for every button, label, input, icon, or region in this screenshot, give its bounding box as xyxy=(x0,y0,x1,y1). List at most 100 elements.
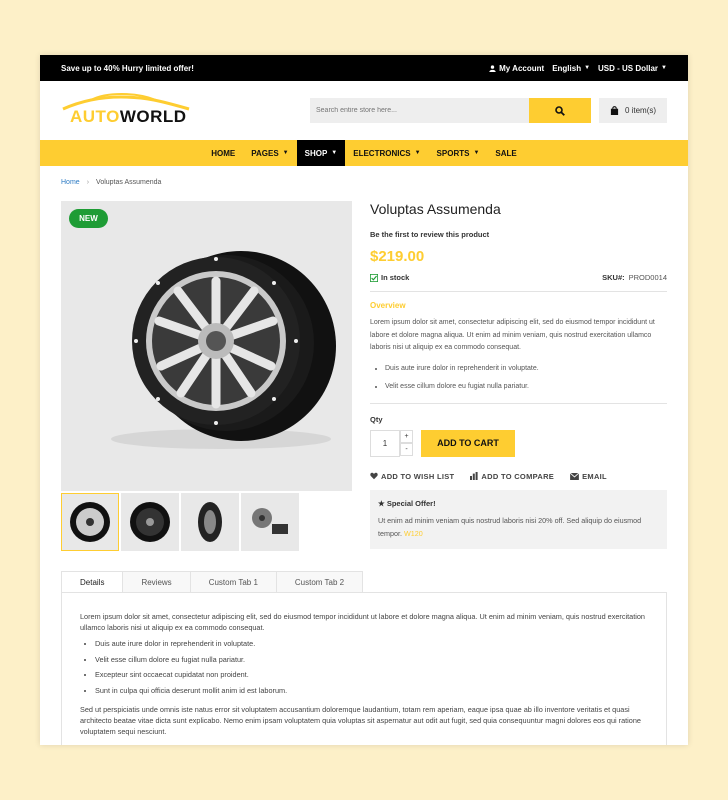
thumbnail-2[interactable] xyxy=(121,493,179,551)
qty-increase-button[interactable]: + xyxy=(400,429,413,443)
details-outro: Sed ut perspiciatis unde omnis iste natu… xyxy=(80,705,641,736)
language-label: English xyxy=(552,63,582,73)
nav-home[interactable]: HOME xyxy=(203,140,243,166)
thumbnail-3[interactable] xyxy=(181,493,239,551)
details-intro: Lorem ipsum dolor sit amet, consectetur … xyxy=(80,612,645,632)
offer-code: W120 xyxy=(403,528,423,538)
stock-sku-row: In stock SKU#: PROD0014 xyxy=(370,273,667,292)
tab-custom-2[interactable]: Custom Tab 2 xyxy=(275,571,364,593)
offer-title-text: Special Offer! xyxy=(386,498,436,508)
thumbnail-1[interactable] xyxy=(61,493,119,551)
wheel-thumb-icon xyxy=(70,502,110,542)
envelope-icon xyxy=(570,472,580,480)
wheel-thumb-icon xyxy=(130,502,170,542)
brake-kit-thumb-icon xyxy=(252,508,288,534)
review-link[interactable]: Be the first to review this product xyxy=(370,230,667,239)
qty-row: 1 + - ADD TO CART xyxy=(370,429,667,457)
qty-decrease-button[interactable]: - xyxy=(400,442,413,456)
tab-content-details: Lorem ipsum dolor sit amet, consectetur … xyxy=(61,592,667,745)
sku: SKU#: PROD0014 xyxy=(602,273,667,282)
sku-label: SKU#: xyxy=(602,273,625,282)
my-account-link[interactable]: My Account xyxy=(489,64,544,73)
nav-label: SPORTS xyxy=(436,148,470,158)
cart-button[interactable]: 0 item(s) xyxy=(599,98,667,123)
shopping-bag-icon xyxy=(610,106,619,115)
add-to-compare-button[interactable]: ADD TO COMPARE xyxy=(470,472,554,481)
search-input[interactable] xyxy=(310,98,529,123)
search-bar xyxy=(310,98,591,123)
nav-label: SALE xyxy=(495,148,517,158)
special-offer-box: ★ Special Offer! Ut enim ad minim veniam… xyxy=(370,489,667,549)
chevron-down-icon: ▼ xyxy=(331,150,338,156)
chevron-down-icon: ▼ xyxy=(414,150,421,156)
currency-label: USD - US Dollar xyxy=(598,63,659,73)
check-icon xyxy=(370,273,378,282)
qty-label: Qty xyxy=(370,414,383,424)
product-main-image[interactable]: NEW xyxy=(61,201,352,491)
divider xyxy=(370,402,667,404)
email-label: EMAIL xyxy=(582,471,607,481)
list-item: Sunt in culpa qui officia deserunt molli… xyxy=(95,683,648,699)
header: AUTOWORLD 0 item(s) xyxy=(40,81,688,140)
chevron-down-icon: ▼ xyxy=(282,150,289,156)
add-to-cart-button[interactable]: ADD TO CART xyxy=(421,429,515,457)
offer-text: Ut enim ad minim veniam quis nostrud lab… xyxy=(378,514,659,540)
thumbnail-strip xyxy=(61,493,299,551)
nav-electronics[interactable]: ELECTRONICS ▼ xyxy=(345,140,428,166)
product-price: $219.00 xyxy=(370,248,425,265)
offer-title: ★ Special Offer! xyxy=(378,499,659,508)
chevron-down-icon: ▼ xyxy=(584,65,591,71)
promo-text: Save up to 40% Hurry limited offer! xyxy=(61,63,194,73)
page-frame: Save up to 40% Hurry limited offer! My A… xyxy=(40,55,688,745)
tab-custom-1[interactable]: Custom Tab 1 xyxy=(189,571,277,593)
product-actions: ADD TO WISH LIST ADD TO COMPARE EMAIL xyxy=(370,472,667,481)
wheel-image xyxy=(111,251,336,449)
nav-sale[interactable]: SALE xyxy=(487,140,524,166)
logo-text: AUTOWORLD xyxy=(70,107,187,127)
list-item: Excepteur sint occaecat cupidatat non pr… xyxy=(95,667,648,683)
chevron-down-icon: ▼ xyxy=(661,65,667,71)
logo-part-world: WORLD xyxy=(119,106,187,126)
user-icon xyxy=(489,64,496,72)
nav-label: PAGES xyxy=(251,148,279,158)
tab-details[interactable]: Details xyxy=(61,571,124,593)
breadcrumb-home[interactable]: Home xyxy=(61,179,80,186)
chevron-down-icon: ▼ xyxy=(473,150,480,156)
sku-value: PROD0014 xyxy=(628,273,667,282)
add-to-wishlist-button[interactable]: ADD TO WISH LIST xyxy=(370,472,454,481)
my-account-label: My Account xyxy=(499,63,545,73)
nav-sports[interactable]: SPORTS ▼ xyxy=(429,140,488,166)
overview-text: Lorem ipsum dolor sit amet, consectetur … xyxy=(370,319,655,351)
top-bar: Save up to 40% Hurry limited offer! My A… xyxy=(40,55,688,81)
new-badge: NEW xyxy=(69,209,108,228)
list-item: Duis aute irure dolor in reprehenderit i… xyxy=(385,360,667,378)
logo-part-auto: AUTO xyxy=(70,106,120,126)
nav-shop[interactable]: SHOP ▼ xyxy=(296,140,346,166)
tab-reviews[interactable]: Reviews xyxy=(122,571,191,593)
star-icon: ★ xyxy=(378,498,385,508)
search-button[interactable] xyxy=(529,98,591,123)
tire-thumb-icon xyxy=(198,502,222,542)
heart-icon xyxy=(370,472,378,480)
currency-selector[interactable]: USD - US Dollar ▼ xyxy=(598,64,667,73)
email-button[interactable]: EMAIL xyxy=(570,472,607,481)
nav-pages[interactable]: PAGES ▼ xyxy=(243,140,296,166)
main-nav: HOME PAGES ▼ SHOP ▼ ELECTRONICS ▼ SPORTS ▼ S… xyxy=(40,140,688,166)
quantity-input[interactable]: 1 xyxy=(370,429,400,457)
thumbnail-4[interactable] xyxy=(241,493,299,551)
nav-label: ELECTRONICS xyxy=(353,148,411,158)
nav-label: SHOP xyxy=(304,148,328,158)
list-item: Velit esse cillum dolore eu fugiat nulla… xyxy=(385,378,667,396)
quantity-stepper: + - xyxy=(400,429,413,457)
overview-heading: Overview xyxy=(370,301,406,310)
logo[interactable]: AUTOWORLD xyxy=(61,91,191,131)
nav-label: HOME xyxy=(211,148,236,158)
chevron-right-icon: › xyxy=(86,179,90,186)
compare-label: ADD TO COMPARE xyxy=(481,471,555,481)
overview-bullets: Duis aute irure dolor in reprehenderit i… xyxy=(385,360,667,396)
language-selector[interactable]: English ▼ xyxy=(552,64,590,73)
details-bullets: Duis aute irure dolor in reprehenderit i… xyxy=(95,636,648,698)
list-item: Duis aute irure dolor in reprehenderit i… xyxy=(95,636,648,652)
search-icon xyxy=(555,105,565,116)
product-title: Voluptas Assumenda xyxy=(370,201,501,217)
